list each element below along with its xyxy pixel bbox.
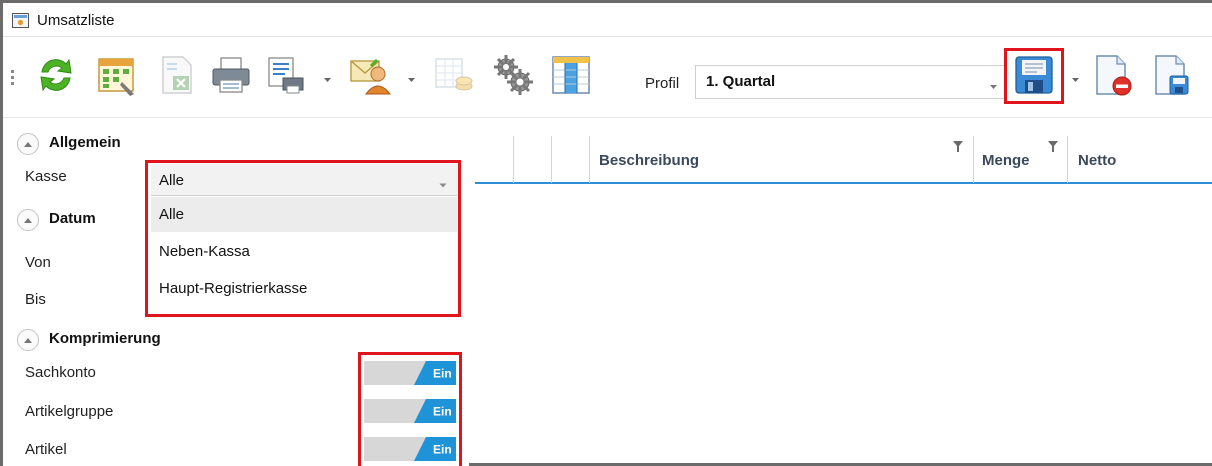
profile-select-value: 1. Quartal [706,73,776,90]
app-window-icon [12,13,29,28]
title-bar: Umsatzliste [3,3,1212,37]
excel-export-icon[interactable] [153,52,199,98]
kasse-highlight [145,160,461,317]
window-title: Umsatzliste [37,12,115,29]
toggles-highlight [358,352,462,466]
print-options-dropdown-arrow[interactable] [323,71,332,82]
column-separator [589,136,590,183]
print-options-icon[interactable] [263,52,309,98]
collapse-icon[interactable] [17,209,39,231]
von-label: Von [25,254,51,271]
save-as-profile-icon[interactable] [1148,52,1194,98]
column-header-beschreibung[interactable]: Beschreibung [599,152,699,169]
sachkonto-label: Sachkonto [25,364,96,381]
spreadsheet-coins-icon[interactable] [431,52,477,98]
main-window: Umsatzliste Profil 1. Quartal Allgemein … [0,0,1212,466]
email-user-icon[interactable] [348,52,394,98]
kasse-label: Kasse [25,168,67,185]
column-separator [551,136,552,183]
section-allgemein[interactable]: Allgemein [17,131,197,157]
artikelgruppe-label: Artikelgruppe [25,403,114,420]
column-separator [1067,136,1068,183]
collapse-icon[interactable] [17,329,39,351]
filter-icon[interactable] [953,140,963,152]
bis-label: Bis [25,291,46,308]
column-header-menge[interactable]: Menge [982,152,1030,169]
section-title-komprimierung: Komprimierung [49,330,161,347]
column-separator [973,136,974,183]
data-grid-header: Beschreibung Menge Netto [475,136,1212,184]
refresh-icon[interactable] [33,52,79,98]
save-profile-highlight [1004,48,1064,104]
column-header-netto[interactable]: Netto [1078,152,1116,169]
section-title-allgemein: Allgemein [49,134,121,151]
toolbar: Profil 1. Quartal [3,38,1212,118]
print-icon[interactable] [208,52,254,98]
columns-icon[interactable] [548,52,594,98]
chevron-down-icon [989,78,998,89]
email-user-dropdown-arrow[interactable] [407,71,416,82]
settings-gears-icon[interactable] [490,52,536,98]
section-datum[interactable]: Datum [17,207,137,233]
save-profile-dropdown-arrow[interactable] [1071,71,1080,82]
filter-panel: Allgemein Kasse Alle Datum Von Bis Alle … [3,119,469,466]
column-separator [513,136,514,183]
profile-label: Profil [645,75,680,92]
toolbar-grip[interactable] [11,70,14,90]
collapse-icon[interactable] [17,133,39,155]
profile-select[interactable]: 1. Quartal [695,65,1007,99]
calendar-grid-icon[interactable] [94,52,140,98]
section-title-datum: Datum [49,210,96,227]
delete-profile-icon[interactable] [1089,52,1135,98]
section-komprimierung[interactable]: Komprimierung [17,327,217,353]
artikel-label: Artikel [25,441,67,458]
filter-icon[interactable] [1048,140,1058,152]
